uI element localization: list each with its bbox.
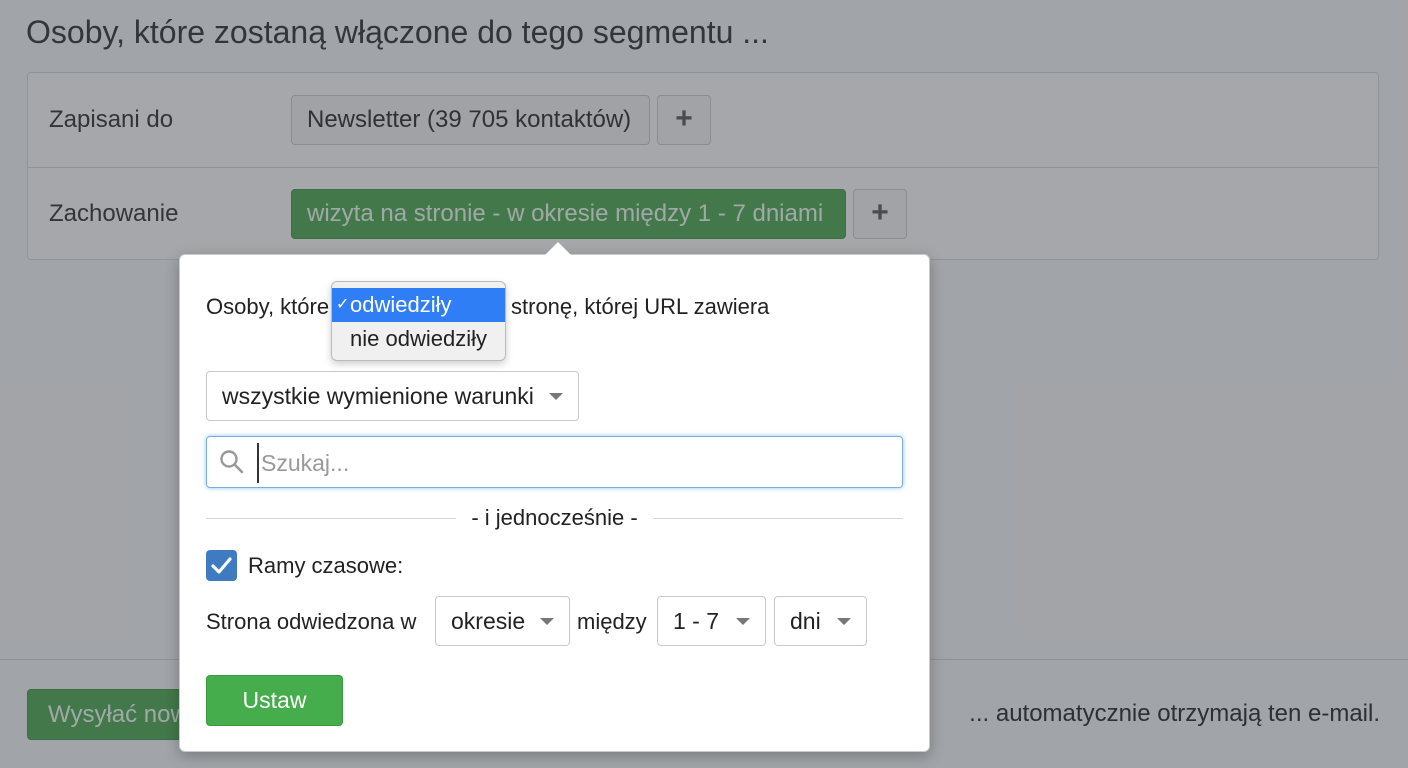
match-conditions-value: wszystkie wymienione warunki [222, 383, 534, 409]
check-icon: ✓ [336, 296, 350, 313]
visit-dropdown-menu: ✓ odwiedziły nie odwiedziły [331, 281, 506, 361]
unit-value: dni [790, 608, 821, 634]
match-conditions-select[interactable]: wszystkie wymienione warunki [206, 371, 579, 421]
sentence-start: Osoby, które [206, 294, 330, 319]
time-row-between: między [577, 609, 647, 634]
caret-down-icon [736, 618, 750, 625]
caret-down-icon [837, 618, 851, 625]
popover-arrow [545, 242, 571, 255]
timeframe-checkbox[interactable] [206, 550, 237, 581]
period-select[interactable]: okresie [435, 596, 570, 646]
behavior-popover: Osoby, które stronę, której URL zawiera … [179, 242, 930, 752]
time-row-prefix: Strona odwiedzona w [206, 609, 417, 634]
caret-down-icon [549, 393, 563, 400]
sentence-end: stronę, której URL zawiera [511, 294, 770, 319]
check-icon [211, 557, 232, 574]
option-visited[interactable]: ✓ odwiedziły [332, 288, 505, 322]
option-not-visited-label: nie odwiedziły [350, 326, 487, 351]
divider-text: - i jednocześnie - [471, 505, 638, 530]
range-select[interactable]: 1 - 7 [657, 596, 766, 646]
search-input[interactable] [257, 443, 893, 483]
option-not-visited[interactable]: nie odwiedziły [332, 322, 505, 356]
and-divider: - i jednocześnie - [206, 503, 903, 533]
set-button[interactable]: Ustaw [206, 675, 343, 726]
unit-select[interactable]: dni [774, 596, 867, 646]
timeframe-label: Ramy czasowe: [248, 553, 404, 578]
option-visited-label: odwiedziły [350, 292, 452, 317]
range-value: 1 - 7 [673, 608, 720, 634]
search-icon [220, 450, 244, 474]
period-value: okresie [451, 608, 526, 634]
caret-down-icon [540, 618, 554, 625]
url-search-field[interactable] [206, 436, 903, 488]
